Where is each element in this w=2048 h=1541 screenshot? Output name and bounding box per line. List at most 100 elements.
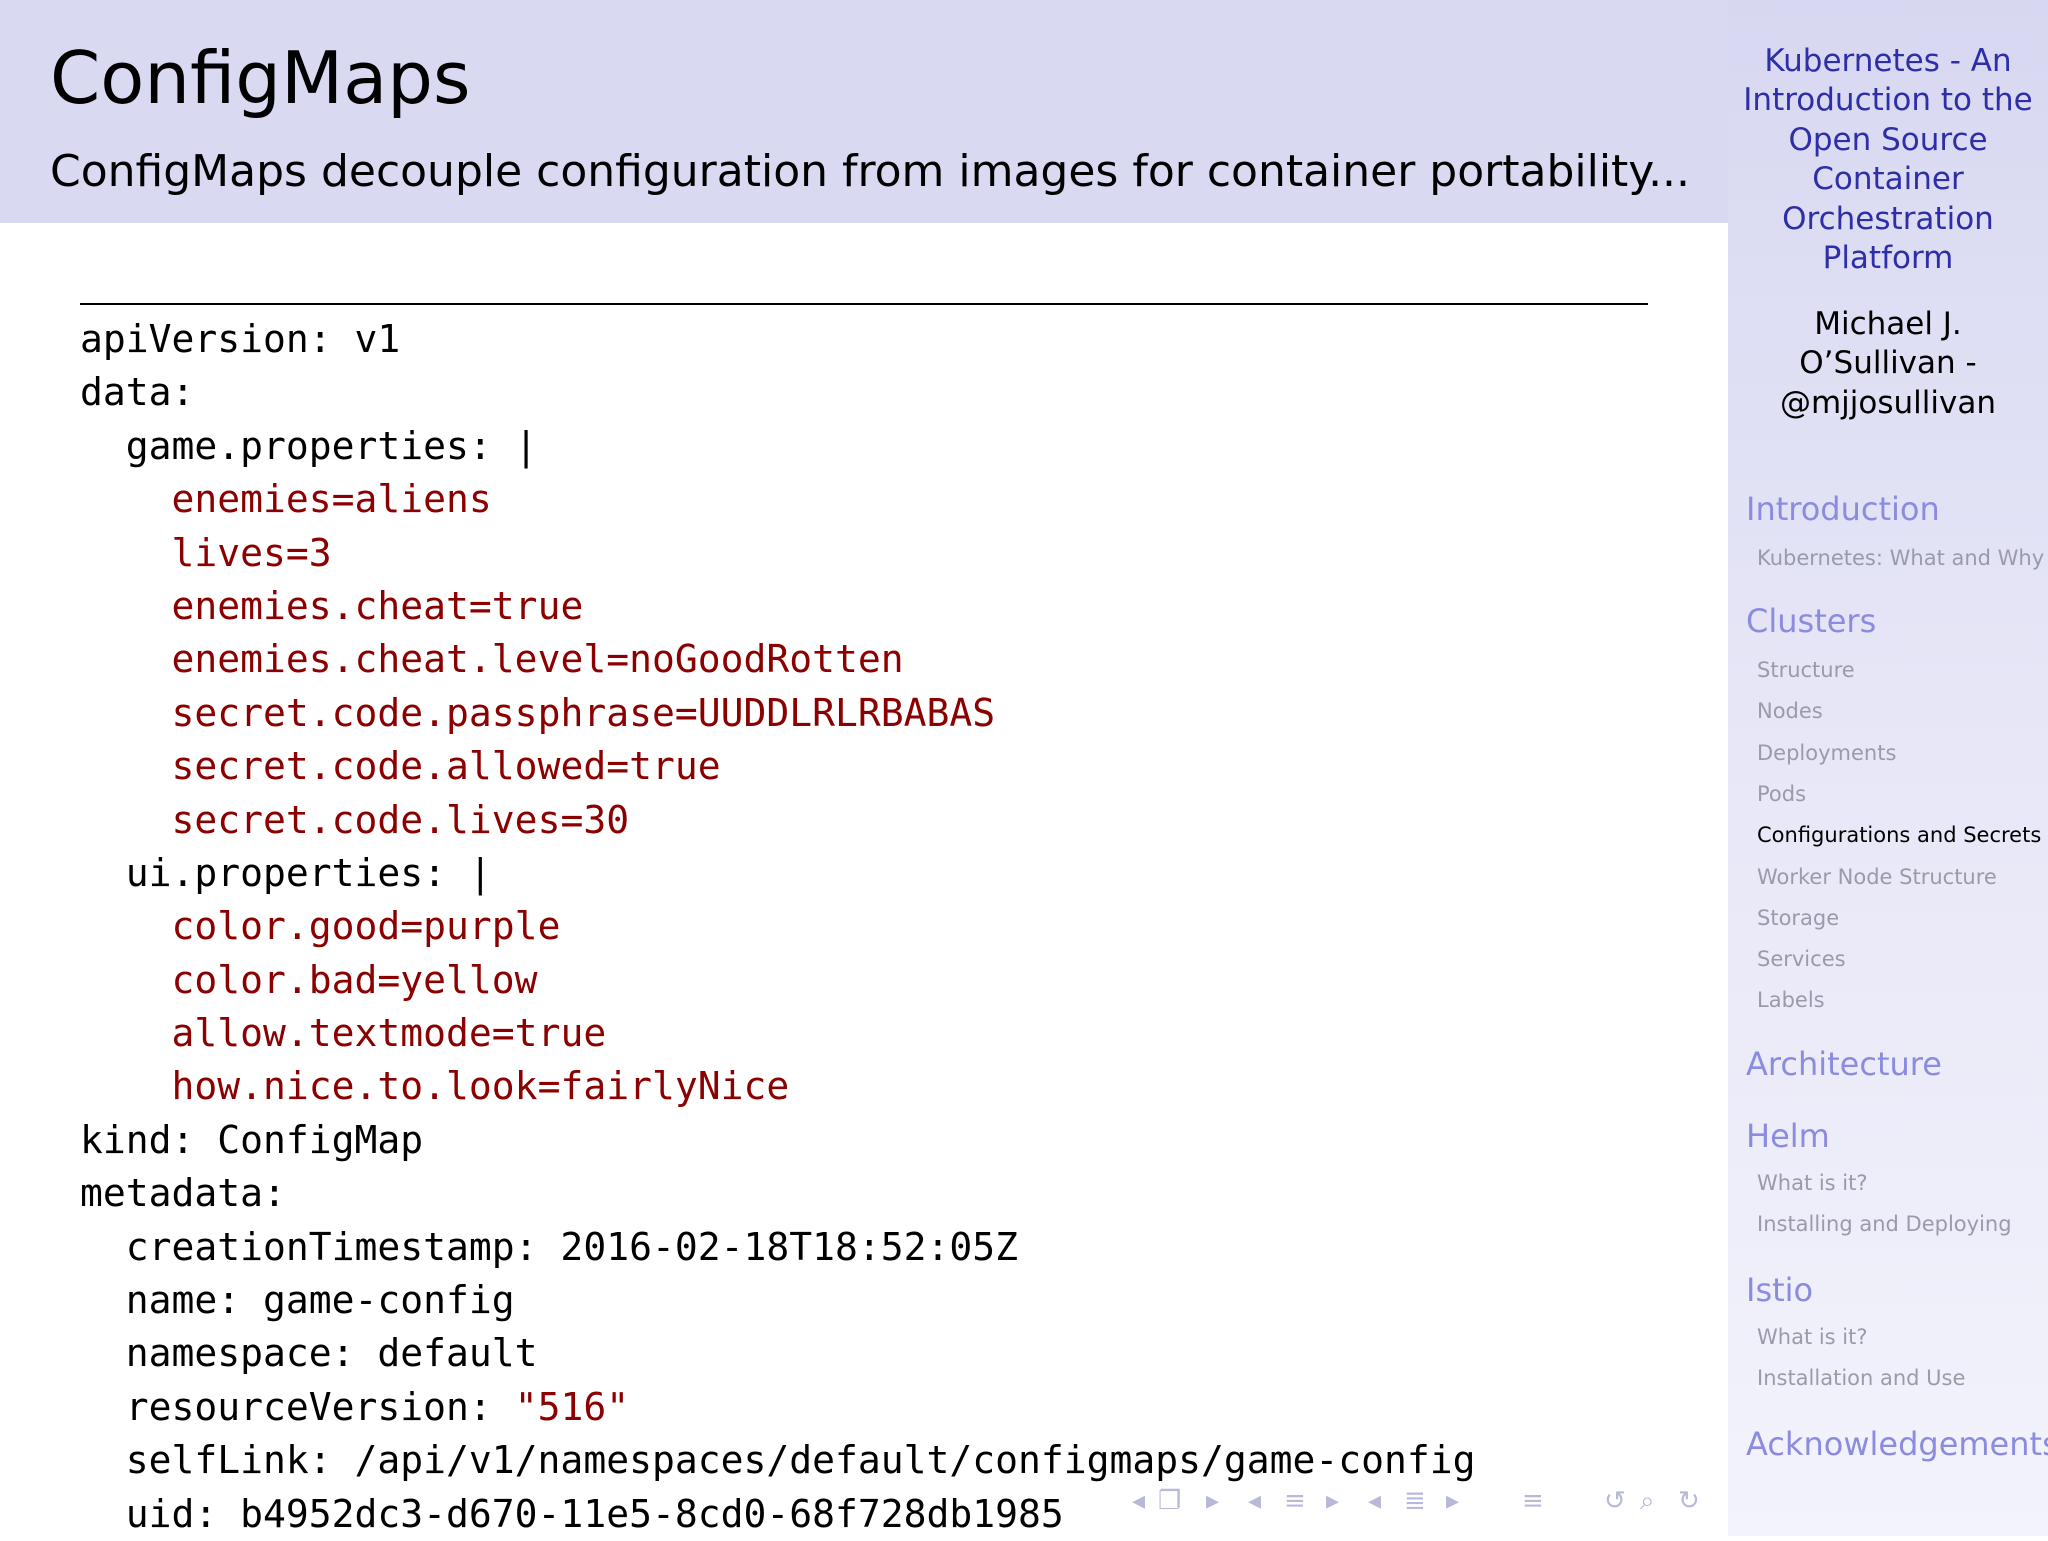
nav-prev-slide-icon[interactable]: ◂: [1132, 1488, 1145, 1518]
nav-frame-icon[interactable]: ≡: [1284, 1488, 1306, 1518]
sidebar-item-installation-and-use[interactable]: Installation and Use: [1757, 1368, 1965, 1389]
slide-subtitle: ConfigMaps decouple configuration from i…: [50, 146, 1691, 197]
code-line: secret.code.passphrase=UUDDLRLRBABAS: [80, 687, 1476, 740]
sidebar-section-architecture[interactable]: Architecture: [1746, 1048, 1942, 1080]
code-line: secret.code.allowed=true: [80, 740, 1476, 793]
code-line: data:: [80, 366, 1476, 419]
sidebar-item-storage[interactable]: Storage: [1757, 907, 1839, 929]
code-line: enemies=aliens: [80, 473, 1476, 526]
sidebar-item-structure[interactable]: Structure: [1757, 660, 1855, 681]
code-text: resourceVersion:: [80, 1384, 515, 1429]
sidebar-title-line: Introduction to the: [1743, 82, 2033, 119]
code-text: ui.properties: |: [80, 850, 492, 895]
code-text: selfLink: /api/v1/namespaces/default/con…: [80, 1438, 1476, 1483]
code-line: color.good=purple: [80, 900, 1476, 953]
sidebar-presentation-title[interactable]: Kubernetes - An Introduction to the Open S…: [1728, 42, 2048, 278]
code-value: secret.code.allowed=true: [171, 744, 721, 789]
code-line: name: game-config: [80, 1274, 1476, 1327]
code-value: allow.textmode=true: [171, 1011, 607, 1056]
nav-slide-icon[interactable]: ❐: [1158, 1488, 1181, 1518]
code-value: "516": [514, 1384, 630, 1429]
slide-title: ConfigMaps: [50, 36, 471, 120]
nav-subsection-icon[interactable]: ≣: [1404, 1488, 1426, 1518]
code-value: enemies.cheat.level=noGoodRotten: [171, 637, 904, 682]
sidebar-title-line: Orchestration: [1782, 200, 1994, 237]
nav-next-subsection-icon[interactable]: ▸: [1446, 1488, 1459, 1518]
code-line: ui.properties: |: [80, 847, 1476, 900]
code-text: kind: ConfigMap: [80, 1117, 424, 1162]
nav-prev-frame-icon[interactable]: ◂: [1248, 1488, 1261, 1518]
sidebar-item-worker-node-structure[interactable]: Worker Node Structure: [1757, 866, 1997, 888]
sidebar-item-nodes[interactable]: Nodes: [1757, 701, 1823, 722]
code-line: resourceVersion: "516": [80, 1381, 1476, 1434]
yaml-code-block: apiVersion: v1 data: game.properties: | e…: [80, 313, 1476, 1541]
code-value: enemies.cheat=true: [171, 583, 584, 628]
code-line: allow.textmode=true: [80, 1007, 1476, 1060]
nav-next-frame-icon[interactable]: ▸: [1326, 1488, 1339, 1518]
code-line: selfLink: /api/v1/namespaces/default/con…: [80, 1434, 1476, 1487]
code-value: secret.code.passphrase=UUDDLRLRBABAS: [171, 690, 996, 735]
sidebar-author-line: Michael J.: [1814, 306, 1962, 342]
code-line: namespace: default: [80, 1327, 1476, 1380]
sidebar-section-istio[interactable]: Istio: [1746, 1274, 1813, 1306]
nav-next-slide-icon[interactable]: ▸: [1206, 1488, 1219, 1518]
code-text: data:: [80, 370, 195, 415]
sidebar-item-configurations-and-secrets[interactable]: Configurations and Secrets: [1757, 825, 2041, 846]
code-line: metadata:: [80, 1167, 1476, 1220]
nav-prev-subsection-icon[interactable]: ◂: [1368, 1488, 1381, 1518]
code-value: lives=3: [171, 530, 332, 575]
sidebar-section-helm[interactable]: Helm: [1746, 1120, 1830, 1152]
code-line: game.properties: |: [80, 420, 1476, 473]
code-text: namespace: default: [80, 1331, 538, 1376]
nav-forward-icon[interactable]: ↻: [1678, 1488, 1700, 1518]
code-text: creationTimestamp: 2016-02-18T18:52:05Z: [80, 1224, 1018, 1269]
code-line: color.bad=yellow: [80, 954, 1476, 1007]
code-line: kind: ConfigMap: [80, 1114, 1476, 1167]
sidebar-section-clusters[interactable]: Clusters: [1746, 605, 1876, 637]
code-text: metadata:: [80, 1171, 286, 1216]
sidebar: Kubernetes - An Introduction to the Open S…: [1728, 0, 2048, 1536]
code-line: enemies.cheat.level=noGoodRotten: [80, 633, 1476, 686]
sidebar-author-line: O’Sullivan -: [1799, 345, 1977, 382]
sidebar-title-line: Kubernetes - An: [1764, 43, 2012, 79]
nav-search-icon[interactable]: ⌕: [1640, 1488, 1655, 1518]
nav-back-icon[interactable]: ↺: [1604, 1488, 1626, 1518]
code-text: game.properties: |: [80, 423, 538, 468]
code-value: enemies=aliens: [171, 477, 492, 522]
sidebar-item-what-is-it[interactable]: What is it?: [1757, 1173, 1868, 1194]
sidebar-item-what-is-it[interactable]: What is it?: [1757, 1327, 1868, 1348]
code-value: secret.code.lives=30: [171, 797, 630, 842]
sidebar-item-kubernetes-what-and-why[interactable]: Kubernetes: What and Why: [1757, 548, 2044, 569]
code-text: name: game-config: [80, 1278, 515, 1323]
sidebar-item-labels[interactable]: Labels: [1757, 990, 1825, 1011]
sidebar-author: Michael J. O’Sullivan - @mjjosullivan: [1728, 305, 2048, 423]
sidebar-item-deployments[interactable]: Deployments: [1757, 742, 1896, 764]
code-value: color.bad=yellow: [171, 957, 538, 1002]
sidebar-title-line: Open Source: [1788, 121, 1988, 158]
sidebar-item-services[interactable]: Services: [1757, 949, 1846, 970]
nav-section-icon[interactable]: ≡: [1522, 1488, 1544, 1518]
code-text: apiVersion: v1: [80, 317, 401, 361]
code-line: enemies.cheat=true: [80, 580, 1476, 633]
code-line: uid: b4952dc3-d670-11e5-8cd0-68f728db198…: [80, 1488, 1476, 1541]
sidebar-title-line: Platform: [1822, 240, 1954, 277]
code-block-rule: [80, 303, 1648, 305]
code-value: color.good=purple: [171, 904, 561, 949]
slide-header: ConfigMaps ConfigMaps decouple configura…: [0, 0, 1728, 223]
sidebar-section-introduction[interactable]: Introduction: [1746, 493, 1940, 525]
sidebar-item-installing-and-deploying[interactable]: Installing and Deploying: [1757, 1214, 2012, 1235]
code-line: creationTimestamp: 2016-02-18T18:52:05Z: [80, 1221, 1476, 1274]
sidebar-author-line: @mjjosullivan: [1779, 384, 1997, 421]
sidebar-section-acknowledgements[interactable]: Acknowledgements: [1746, 1428, 2048, 1460]
sidebar-item-pods[interactable]: Pods: [1757, 783, 1806, 805]
code-value: how.nice.to.look=fairlyNice: [171, 1064, 790, 1109]
